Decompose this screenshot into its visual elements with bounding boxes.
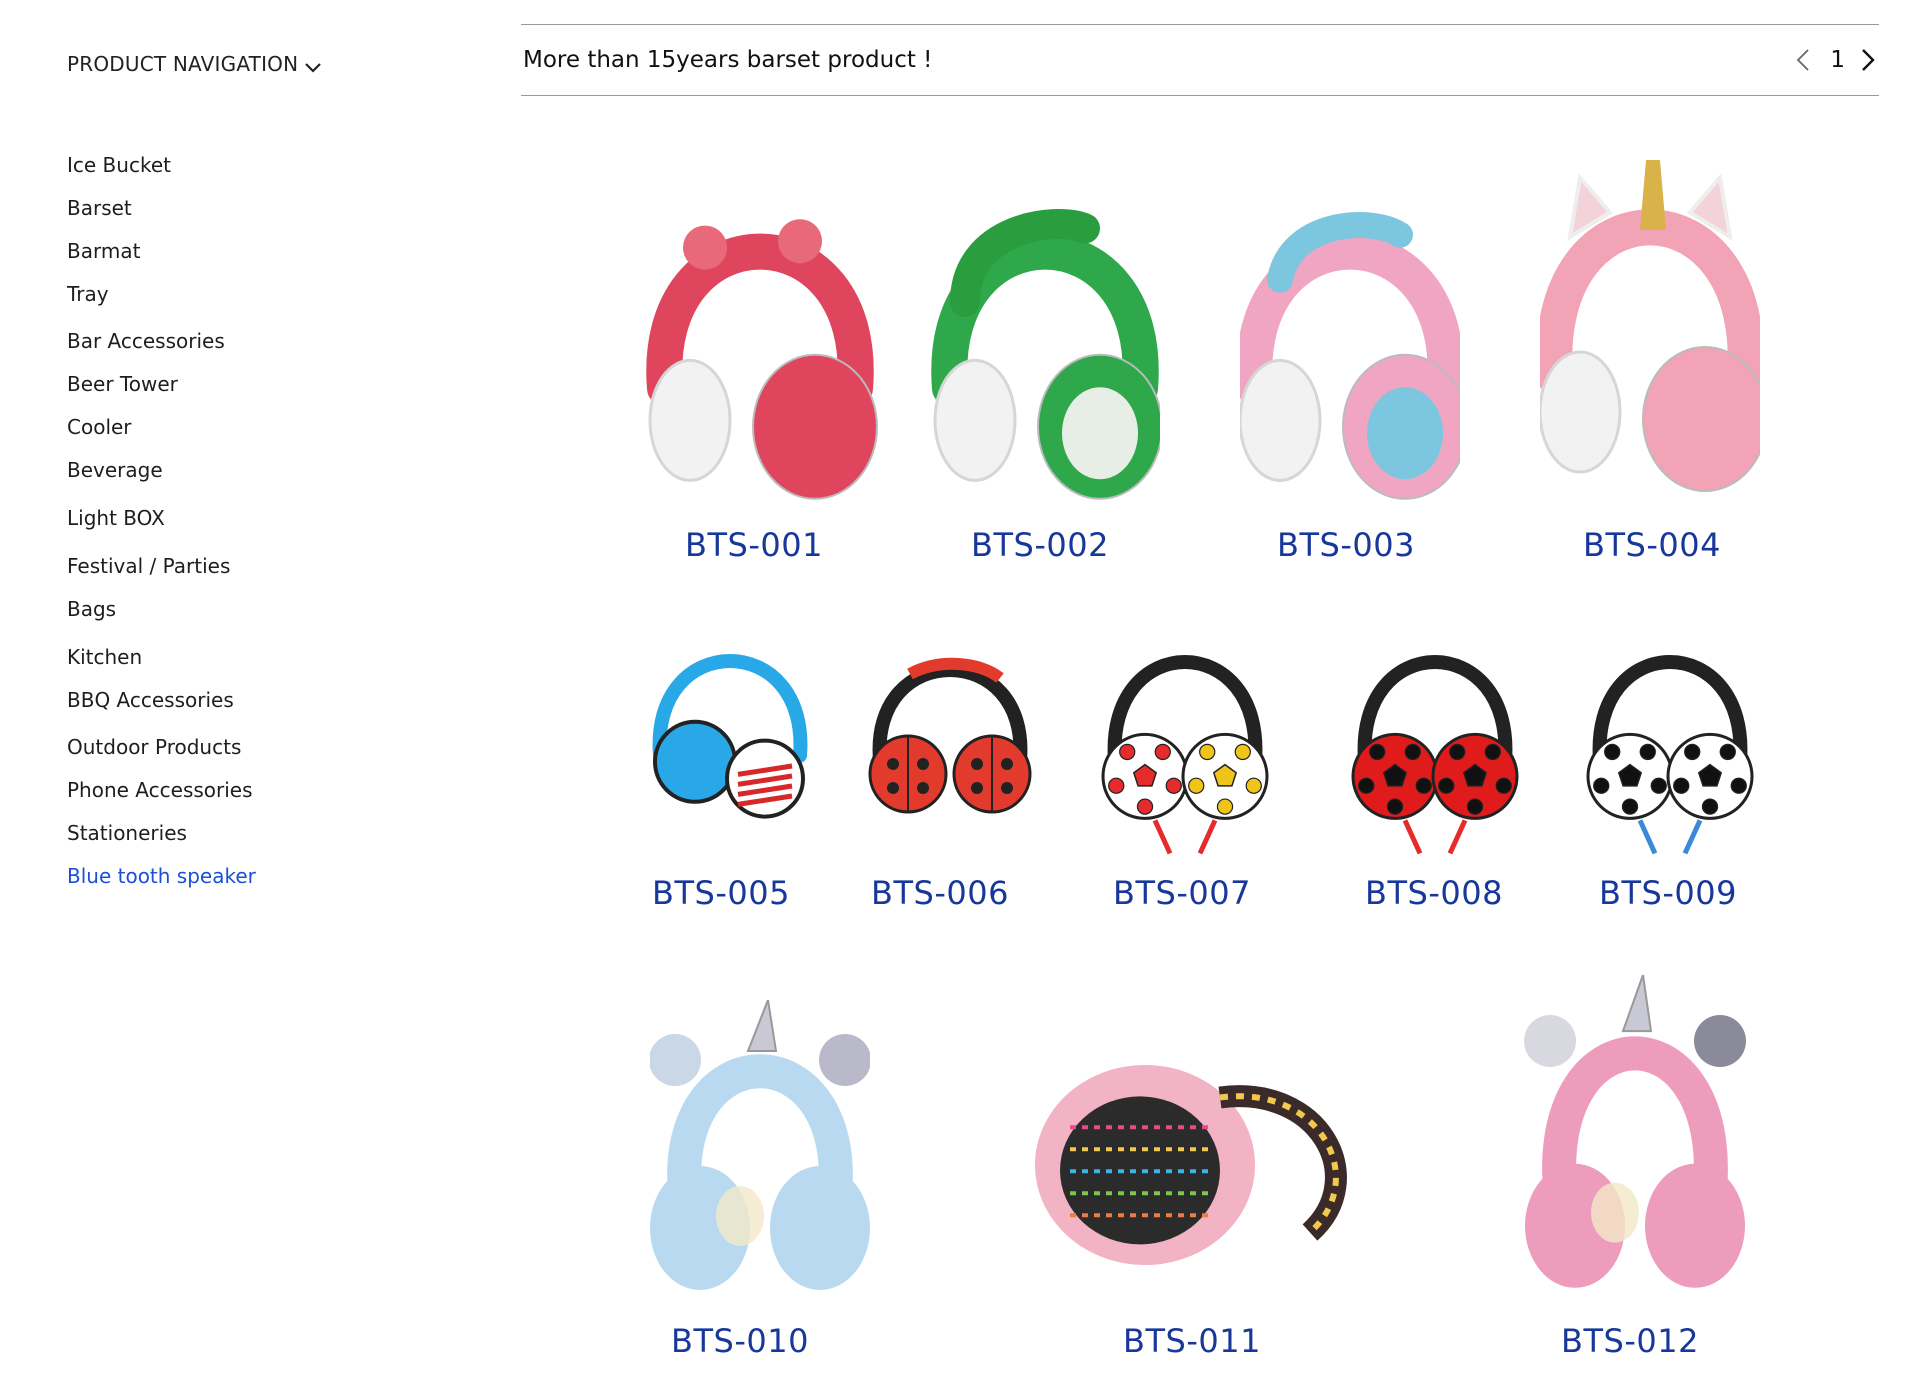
earmuff-image [1035, 1065, 1347, 1265]
headphone-image [1351, 655, 1519, 855]
nav-item-beer-tower[interactable]: Beer Tower [67, 372, 178, 396]
product-label-bts-006[interactable]: BTS-006 [871, 874, 1009, 912]
headphone-image [1240, 212, 1460, 500]
headphone-image [646, 219, 878, 500]
earmuff-image [650, 1000, 870, 1290]
nav-item-barmat[interactable]: Barmat [67, 239, 140, 263]
headline: More than 15years barset product ! [523, 47, 933, 73]
chevron-right-icon [1862, 49, 1875, 71]
prev-page-button[interactable] [1792, 45, 1814, 75]
nav-item-bar-accessories[interactable]: Bar Accessories [67, 329, 225, 353]
page-number: 1 [1830, 47, 1845, 73]
nav-item-kitchen[interactable]: Kitchen [67, 645, 142, 669]
product-card-bts-005[interactable] [650, 640, 810, 850]
pager: 1 [1792, 45, 1879, 75]
nav-item-bbq-accessories[interactable]: BBQ Accessories [67, 688, 234, 712]
product-card-bts-011[interactable] [1030, 1030, 1370, 1300]
product-card-bts-003[interactable] [1240, 190, 1460, 510]
product-label-bts-007[interactable]: BTS-007 [1113, 874, 1251, 912]
nav-item-cooler[interactable]: Cooler [67, 415, 132, 439]
product-card-bts-009[interactable] [1575, 640, 1765, 860]
nav-item-festival-parties[interactable]: Festival / Parties [67, 554, 230, 578]
headphone-image [1540, 160, 1760, 492]
nav-item-stationeries[interactable]: Stationeries [67, 821, 187, 845]
nav-item-ice-bucket[interactable]: Ice Bucket [67, 153, 171, 177]
category-nav: Ice Bucket Barset Barmat Tray Bar Access… [67, 0, 387, 1393]
nav-item-blue-tooth-speaker[interactable]: Blue tooth speaker [67, 864, 256, 888]
nav-item-barset[interactable]: Barset [67, 196, 132, 220]
product-label-bts-010[interactable]: BTS-010 [671, 1322, 809, 1360]
product-label-bts-004[interactable]: BTS-004 [1583, 526, 1721, 564]
nav-item-outdoor-products[interactable]: Outdoor Products [67, 735, 241, 759]
product-label-bts-009[interactable]: BTS-009 [1599, 874, 1737, 912]
product-label-bts-003[interactable]: BTS-003 [1277, 526, 1415, 564]
product-card-bts-001[interactable] [615, 190, 905, 510]
product-label-bts-001[interactable]: BTS-001 [685, 526, 823, 564]
product-card-bts-012[interactable] [1520, 975, 1750, 1305]
headphone-image [868, 657, 1032, 814]
product-label-bts-012[interactable]: BTS-012 [1561, 1322, 1699, 1360]
product-label-bts-005[interactable]: BTS-005 [652, 874, 790, 912]
product-card-bts-010[interactable] [650, 1000, 870, 1300]
headphone-image [931, 209, 1160, 500]
product-card-bts-008[interactable] [1340, 640, 1530, 860]
product-card-bts-004[interactable] [1540, 160, 1760, 510]
nav-item-phone-accessories[interactable]: Phone Accessories [67, 778, 253, 802]
headphone-image [1586, 655, 1754, 855]
header-bar: More than 15years barset product ! 1 [521, 24, 1879, 96]
nav-item-bags[interactable]: Bags [67, 597, 116, 621]
nav-item-light-box[interactable]: Light BOX [67, 506, 165, 530]
headphone-image [652, 654, 808, 819]
earmuff-image [1524, 975, 1746, 1288]
headphone-image [1101, 655, 1269, 855]
product-label-bts-011[interactable]: BTS-011 [1123, 1322, 1261, 1360]
product-label-bts-002[interactable]: BTS-002 [971, 526, 1109, 564]
nav-item-beverage[interactable]: Beverage [67, 458, 163, 482]
chevron-left-icon [1797, 49, 1809, 71]
product-card-bts-002[interactable] [930, 190, 1160, 510]
nav-item-tray[interactable]: Tray [67, 282, 109, 306]
product-card-bts-006[interactable] [860, 650, 1040, 850]
next-page-button[interactable] [1857, 45, 1879, 75]
product-card-bts-007[interactable] [1090, 640, 1280, 860]
product-label-bts-008[interactable]: BTS-008 [1365, 874, 1503, 912]
